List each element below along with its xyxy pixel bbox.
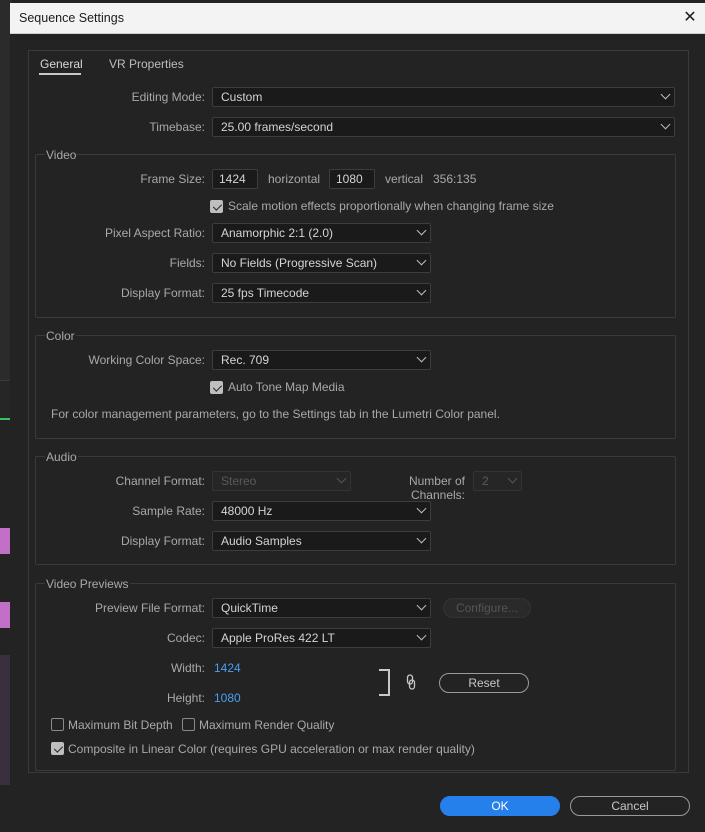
color-management-note: For color management parameters, go to t…	[51, 407, 500, 421]
video-display-format-dropdown[interactable]: 25 fps Timecode	[212, 283, 431, 303]
max-render-quality-checkbox[interactable]	[182, 718, 195, 731]
codec-label: Codec:	[166, 631, 205, 645]
pixel-aspect-ratio-label: Pixel Aspect Ratio:	[104, 226, 205, 240]
chevron-down-icon	[336, 473, 347, 484]
color-group-title: Color	[45, 329, 76, 343]
video-display-format-value: 25 fps Timecode	[221, 286, 310, 300]
preview-height-label: Height:	[166, 691, 205, 705]
editing-mode-label: Editing Mode:	[131, 90, 205, 104]
window-title: Sequence Settings	[19, 11, 124, 25]
preview-file-format-value: QuickTime	[221, 601, 278, 615]
scale-motion-label: Scale motion effects proportionally when…	[228, 199, 554, 213]
tab-vr-properties[interactable]: VR Properties	[109, 57, 184, 71]
fields-label: Fields:	[169, 256, 205, 270]
max-bit-depth-label: Maximum Bit Depth	[68, 718, 173, 732]
pixel-aspect-ratio-value: Anamorphic 2:1 (2.0)	[221, 226, 334, 240]
cancel-button[interactable]: Cancel	[570, 796, 690, 816]
timebase-value: 25.00 frames/second	[221, 120, 334, 134]
fields-dropdown[interactable]: No Fields (Progressive Scan)	[212, 253, 431, 273]
channel-format-dropdown[interactable]: Stereo	[212, 471, 351, 491]
composite-linear-label: Composite in Linear Color (requires GPU …	[68, 742, 475, 756]
number-of-channels-dropdown[interactable]: 2	[473, 471, 522, 491]
auto-tone-map-checkbox[interactable]	[210, 381, 223, 394]
number-of-channels-label: Number of Channels:	[408, 474, 465, 502]
editing-mode-value: Custom	[221, 90, 263, 104]
preview-file-format-label: Preview File Format:	[94, 601, 205, 615]
dimension-link-bracket	[379, 669, 390, 696]
audio-display-format-value: Audio Samples	[221, 534, 302, 548]
audio-display-format-label: Display Format:	[120, 534, 205, 548]
chevron-down-icon	[416, 533, 427, 544]
working-color-space-dropdown[interactable]: Rec. 709	[212, 350, 431, 370]
title-bar: Sequence Settings ✕	[10, 3, 705, 34]
chevron-down-icon	[416, 630, 427, 641]
sample-rate-value: 48000 Hz	[221, 504, 273, 518]
horizontal-label: horizontal	[268, 172, 321, 186]
chevron-down-icon	[660, 89, 671, 100]
chevron-down-icon	[507, 473, 518, 484]
sample-rate-label: Sample Rate:	[132, 504, 205, 518]
reset-button[interactable]: Reset	[439, 673, 529, 693]
chevron-down-icon	[416, 503, 427, 514]
preview-width-label: Width:	[170, 661, 205, 675]
frame-width-field[interactable]: 1424	[212, 169, 258, 189]
ok-button[interactable]: OK	[440, 796, 560, 816]
frame-ratio: 356:135	[433, 172, 477, 186]
chevron-down-icon	[416, 600, 427, 611]
chevron-down-icon	[416, 255, 427, 266]
max-bit-depth-checkbox[interactable]	[51, 718, 64, 731]
scale-motion-checkbox[interactable]	[210, 200, 223, 213]
pixel-aspect-ratio-dropdown[interactable]: Anamorphic 2:1 (2.0)	[212, 223, 431, 243]
configure-button[interactable]: Configure...	[443, 598, 531, 618]
auto-tone-map-label: Auto Tone Map Media	[228, 380, 345, 394]
vertical-label: vertical	[385, 172, 424, 186]
preview-width-value[interactable]: 1424	[214, 661, 241, 675]
codec-value: Apple ProRes 422 LT	[221, 631, 335, 645]
video-display-format-label: Display Format:	[120, 286, 205, 300]
frame-height-field[interactable]: 1080	[329, 169, 375, 189]
sample-rate-dropdown[interactable]: 48000 Hz	[212, 501, 431, 521]
chevron-down-icon	[416, 352, 427, 363]
tab-active-indicator	[39, 73, 81, 75]
timebase-dropdown[interactable]: 25.00 frames/second	[212, 117, 675, 137]
working-color-space-value: Rec. 709	[221, 353, 270, 367]
preview-file-format-dropdown[interactable]: QuickTime	[212, 598, 431, 618]
timebase-label: Timebase:	[149, 120, 205, 134]
audio-group-title: Audio	[45, 450, 78, 464]
fields-value: No Fields (Progressive Scan)	[221, 256, 378, 270]
link-icon-glyph	[406, 674, 416, 690]
chevron-down-icon	[416, 285, 427, 296]
frame-size-label: Frame Size:	[140, 172, 205, 186]
max-render-quality-label: Maximum Render Quality	[199, 718, 335, 732]
working-color-space-label: Working Color Space:	[88, 353, 206, 367]
chevron-down-icon	[660, 119, 671, 130]
channel-format-value: Stereo	[221, 474, 257, 488]
tab-general[interactable]: General	[40, 57, 83, 71]
composite-linear-checkbox[interactable]	[51, 742, 64, 755]
codec-dropdown[interactable]: Apple ProRes 422 LT	[212, 628, 431, 648]
number-of-channels-value: 2	[482, 474, 489, 488]
video-group-title: Video	[45, 148, 78, 162]
audio-display-format-dropdown[interactable]: Audio Samples	[212, 531, 431, 551]
close-icon[interactable]: ✕	[679, 7, 701, 29]
chevron-down-icon	[416, 225, 427, 236]
preview-height-value[interactable]: 1080	[214, 691, 241, 705]
editing-mode-dropdown[interactable]: Custom	[212, 87, 675, 107]
link-icon[interactable]	[406, 674, 416, 694]
channel-format-label: Channel Format:	[115, 474, 205, 488]
video-previews-group-title: Video Previews	[45, 577, 130, 591]
